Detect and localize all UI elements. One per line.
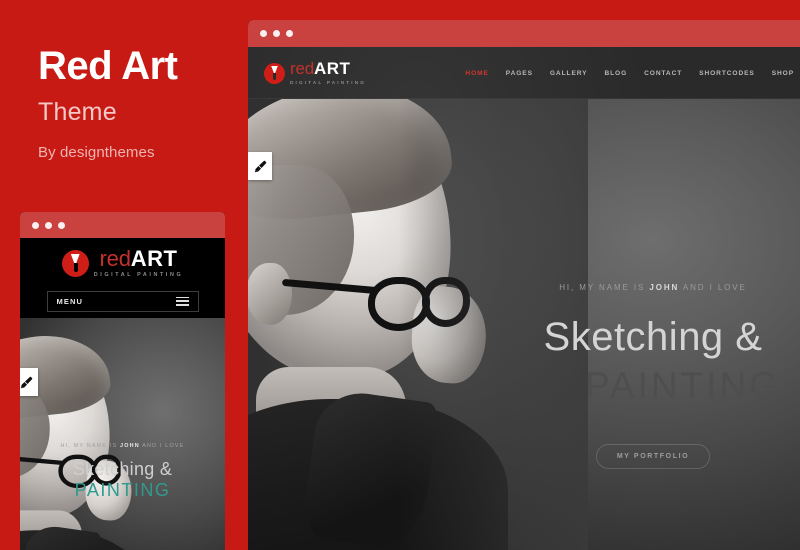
paint-drop-logo-icon (264, 62, 285, 84)
mobile-hero-content: HI, MY NAME IS JOHN AND I LOVE Sketching… (20, 443, 225, 499)
mobile-hero-headline-line1: Sketching & (72, 459, 173, 479)
nav-item-gallery[interactable]: GALLERY (550, 70, 588, 77)
mobile-hero-kicker-post: AND I LOVE (139, 443, 185, 449)
paintbrush-icon (254, 160, 266, 172)
paintbrush-tab-button[interactable] (248, 152, 272, 180)
mobile-menu-label: MENU (56, 296, 83, 306)
logo-word-art: ART (130, 246, 178, 271)
window-dot-maximize[interactable] (58, 221, 65, 229)
hero-kicker-name: JOHN (649, 283, 680, 292)
paintbrush-icon (20, 376, 32, 388)
mobile-window-titlebar (20, 212, 225, 238)
nav-item-blog[interactable]: BLOG (604, 70, 627, 77)
site-header: redART DIGITAL PAINTING HOME PAGES GALLE… (248, 47, 800, 99)
mobile-menu-button[interactable]: MENU (46, 290, 199, 312)
hero-kicker-post: AND I LOVE (679, 283, 747, 292)
logo-tagline: DIGITAL PAINTING (290, 80, 367, 86)
window-dot-minimize[interactable] (273, 30, 280, 37)
logo-word-art: ART (313, 59, 351, 79)
promo-banner: Red Art Theme By designthemes redART DIG… (0, 0, 800, 550)
desktop-site-viewport: redART DIGITAL PAINTING HOME PAGES GALLE… (248, 47, 800, 550)
page-subtitle: Theme (38, 98, 117, 126)
hero-kicker-pre: HI, MY NAME IS (559, 283, 650, 292)
mobile-site-viewport: redART DIGITAL PAINTING MENU HI, MY NAME… (20, 238, 225, 550)
my-portfolio-button[interactable]: MY PORTFOLIO (595, 444, 711, 469)
site-navigation: HOME PAGES GALLERY BLOG CONTACT SHORTCOD… (465, 70, 794, 77)
nav-item-shop[interactable]: SHOP (772, 70, 794, 77)
hero-kicker: HI, MY NAME IS JOHN AND I LOVE (498, 283, 800, 292)
nav-item-shortcodes[interactable]: SHORTCODES (699, 70, 755, 77)
mobile-hero-kicker-pre: HI, MY NAME IS (60, 443, 121, 449)
mobile-hero-kicker: HI, MY NAME IS JOHN AND I LOVE (20, 443, 225, 449)
site-logo[interactable]: redART DIGITAL PAINTING (264, 60, 366, 86)
paint-drop-logo-icon (61, 249, 89, 277)
hamburger-icon (175, 296, 189, 306)
mobile-hero-headline-line2: PAINTING (74, 480, 171, 500)
hero-content: HI, MY NAME IS JOHN AND I LOVE Sketching… (248, 283, 800, 469)
page-title: Red Art (38, 44, 178, 88)
nav-item-pages[interactable]: PAGES (506, 70, 533, 77)
desktop-browser-window: redART DIGITAL PAINTING HOME PAGES GALLE… (248, 20, 800, 550)
nav-item-home[interactable]: HOME (465, 70, 488, 77)
window-dot-close[interactable] (32, 221, 39, 229)
window-dot-maximize[interactable] (286, 30, 293, 37)
mobile-hero-background: HI, MY NAME IS JOHN AND I LOVE Sketching… (20, 318, 225, 550)
mobile-site-logo[interactable]: redART DIGITAL PAINTING (61, 246, 184, 278)
hero-headline-line2: PAINTING (585, 365, 781, 406)
mobile-site-header: redART DIGITAL PAINTING MENU (20, 238, 225, 312)
logo-word-red: red (290, 59, 314, 79)
desktop-window-titlebar (248, 20, 800, 47)
hero-headline-line1: Sketching & (543, 315, 763, 359)
mobile-paintbrush-tab-button[interactable] (20, 368, 38, 396)
mobile-browser-window: redART DIGITAL PAINTING MENU HI, MY NAME… (20, 212, 225, 550)
nav-item-contact[interactable]: CONTACT (644, 70, 682, 77)
author-byline: By designthemes (38, 144, 155, 161)
window-dot-minimize[interactable] (45, 221, 52, 229)
window-dot-close[interactable] (260, 30, 267, 37)
logo-tagline: DIGITAL PAINTING (93, 272, 184, 278)
promo-text-block: Red Art Theme By designthemes (38, 46, 248, 161)
mobile-hero-kicker-name: JOHN (120, 443, 140, 449)
logo-word-red: red (99, 246, 131, 271)
